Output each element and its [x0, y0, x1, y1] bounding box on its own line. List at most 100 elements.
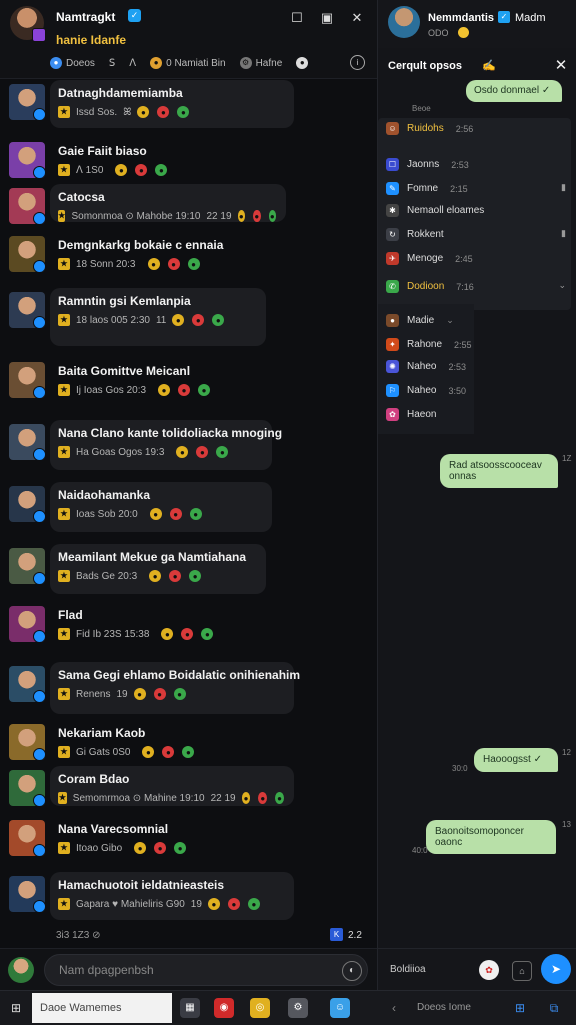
compose-avatar[interactable]	[8, 957, 34, 983]
chat-preview[interactable]: Demgnkarkg bokaie c ennaia ★ 18 Sonn 20:3 ●…	[50, 232, 290, 274]
chat-preview[interactable]: Gaie Faiit biaso ★ ꓥ 1S0 ● ● ●	[50, 138, 230, 176]
chat-preview[interactable]: Catocsa ★ Somonmoa ⊙ Mahobe 19:10 22 19 ● ● ●	[50, 184, 286, 222]
menu-item[interactable]: ● Madie ⌄	[386, 314, 454, 327]
chat-row[interactable]: Ramntin gsi Kemlanpia ★ 18 laos 005 2:30 11…	[0, 288, 377, 346]
info-icon[interactable]: i	[350, 55, 365, 70]
chat-preview[interactable]: Flad ★ Fid Ib 23S 15:38 ● ● ●	[50, 602, 250, 644]
avatar[interactable]	[9, 142, 45, 178]
avatar[interactable]	[9, 770, 45, 806]
chat-row[interactable]: Demgnkarkg bokaie c ennaia ★ 18 Sonn 20:3 ●…	[0, 232, 377, 274]
chat-row[interactable]: Nana Clano kante tolidoliacka mnoging ★ Ha…	[0, 420, 377, 470]
chat-preview[interactable]: Hamachuotoit ieldatnieasteis ★ Gapara ♥ Ma…	[50, 872, 294, 920]
menu-item[interactable]: ☺ Ruidohs 2:56	[386, 122, 473, 135]
chat-preview[interactable]: Nana Clano kante tolidoliacka mnoging ★ Ha…	[50, 420, 282, 470]
menu-item[interactable]: ☐ Jaonns 2:53	[386, 158, 469, 171]
footer-label[interactable]: Boldiioa	[390, 964, 426, 975]
chat-meta: ★ ꓥ 1S0 ● ● ●	[58, 164, 222, 176]
maximize-icon[interactable]: ☐	[288, 8, 306, 26]
avatar[interactable]	[9, 292, 45, 328]
chat-row[interactable]: Catocsa ★ Somonmoa ⊙ Mahobe 19:10 22 19 ● ● ●	[0, 184, 377, 224]
window-icon[interactable]: ⊞	[512, 1000, 528, 1016]
chat-row[interactable]: Nekariam Kaob ★ Gi Gats 0S0 ● ● ●	[0, 720, 377, 760]
send-button[interactable]: ➤	[541, 954, 571, 984]
message-bubble-outgoing[interactable]: Rad atsoosscooceav onnas	[440, 454, 558, 488]
menu-item[interactable]: ⚐ Naheo 3:50	[386, 384, 466, 397]
avatar[interactable]	[9, 606, 45, 642]
snap-icon[interactable]: ⧉	[546, 1000, 562, 1016]
avatar[interactable]	[9, 424, 45, 460]
menu-item[interactable]: ✦ Rahone 2:55	[386, 338, 472, 351]
chat-preview[interactable]: Nana Varecsomnial ★ Itoao Gibo ● ● ●	[50, 816, 250, 858]
message-bubble-outgoing[interactable]: Haooogsst ✓	[474, 748, 558, 772]
chat-preview[interactable]: Meamilant Mekue ga Namtiahana ★ Bads Ge 20…	[50, 544, 266, 594]
avatar[interactable]	[9, 724, 45, 760]
menu-item[interactable]: ✆ Dodioon 7:16	[386, 280, 474, 293]
menu-item-trailing-icon[interactable]: ▮	[561, 228, 566, 239]
chat-row[interactable]: Nana Varecsomnial ★ Itoao Gibo ● ● ●	[0, 816, 377, 858]
chat-row[interactable]: Meamilant Mekue ga Namtiahana ★ Bads Ge 20…	[0, 544, 377, 594]
chat-row[interactable]: Coram Bdao ★ Semomrmoa ⊙ Mahine 19:10 22 19…	[0, 766, 377, 806]
close-icon[interactable]: ✕	[552, 56, 570, 74]
chat-row[interactable]: Gaie Faiit biaso ★ ꓥ 1S0 ● ● ●	[0, 138, 377, 178]
chat-preview[interactable]: Baita Gomittve Meicanl ★ Ij Ioas Gos 20:3 ●…	[50, 358, 250, 398]
chat-row[interactable]: Hamachuotoit ieldatnieasteis ★ Gapara ♥ Ma…	[0, 872, 377, 920]
avatar[interactable]	[9, 876, 45, 912]
voice-icon[interactable]: ◐	[342, 961, 362, 981]
menu-item[interactable]: ✈ Menoge 2:45	[386, 252, 473, 265]
chat-row[interactable]: Flad ★ Fid Ib 23S 15:38 ● ● ●	[0, 602, 377, 644]
attach-icon[interactable]: ⌂	[512, 961, 532, 981]
chat-preview[interactable]: Ramntin gsi Kemlanpia ★ 18 laos 005 2:30 11…	[50, 288, 266, 346]
chat-preview[interactable]: Coram Bdao ★ Semomrmoa ⊙ Mahine 19:10 22 19…	[50, 766, 294, 806]
taskbar-search-input[interactable]	[32, 993, 172, 1023]
tab-headphones[interactable]: ꓥ	[129, 58, 136, 69]
back-icon[interactable]: ‹	[392, 1001, 396, 1015]
chat-row[interactable]: Naidaohamanka ★ Ioas Sob 20:0 ● ● ●	[0, 482, 377, 532]
contact-avatar[interactable]	[388, 6, 420, 38]
close-icon[interactable]: ✕	[348, 8, 366, 26]
pin-icon[interactable]: ✍	[482, 59, 496, 73]
chat-preview[interactable]: Naidaohamanka ★ Ioas Sob 20:0 ● ● ●	[50, 482, 272, 532]
scroll-badge[interactable]: K	[330, 928, 343, 941]
avatar[interactable]	[9, 236, 45, 272]
avatar[interactable]	[9, 188, 45, 224]
menu-item-label: Dodioon	[407, 281, 445, 292]
tab-moon[interactable]: ꓢ	[109, 58, 115, 69]
chat-preview[interactable]: Nekariam Kaob ★ Gi Gats 0S0 ● ● ●	[50, 720, 250, 760]
blue-app-icon[interactable]: ☺	[330, 998, 350, 1018]
start-icon[interactable]: ⊞	[8, 1000, 24, 1016]
menu-item[interactable]: ✎ Fomne 2:15	[386, 182, 468, 195]
menu-item[interactable]: ✿ Haeon	[386, 408, 448, 421]
tab-ball[interactable]: ●	[296, 57, 309, 69]
chat-meta-text: Ioas Sob 20:0	[76, 508, 138, 520]
menu-item[interactable]: ↻ Rokkent	[386, 228, 456, 241]
tab-doeos[interactable]: ● Doeos	[50, 57, 95, 69]
message-input[interactable]	[44, 954, 368, 986]
menu-item-label: Haeon	[407, 409, 437, 420]
menu-item-trailing-icon[interactable]: ⌄	[558, 280, 566, 291]
menu-item-trailing-icon[interactable]: ▮	[561, 182, 566, 193]
chat-row[interactable]: Sama Gegi ehlamo Boidalatic onihienahim ★…	[0, 662, 377, 714]
avatar[interactable]	[9, 820, 45, 856]
files-icon[interactable]: ▦	[180, 998, 200, 1018]
avatar[interactable]	[9, 486, 45, 522]
menu-item[interactable]: ✺ Naheo 2:53	[386, 360, 466, 373]
emoji-icon[interactable]: ✿	[479, 960, 499, 980]
menu-item[interactable]: ✱ Nemaoll eloames	[386, 204, 496, 217]
message-bubble-outgoing[interactable]: Osdo donmael ✓	[466, 80, 562, 102]
avatar[interactable]	[9, 84, 45, 120]
tab-hafne[interactable]: ⚙ Hafne	[239, 57, 282, 69]
chat-row[interactable]: Datnaghdamemiamba ★ Issd Sos. ꕤ ● ● ●	[0, 80, 377, 128]
restore-icon[interactable]: ▣	[318, 8, 336, 26]
message-bubble-outgoing[interactable]: Baonoitsomoponcer oaonc	[426, 820, 556, 854]
avatar[interactable]	[9, 362, 45, 398]
chat-preview[interactable]: Datnaghdamemiamba ★ Issd Sos. ꕤ ● ● ●	[50, 80, 294, 128]
yellow-app-icon[interactable]: ◎	[250, 998, 270, 1018]
chat-row[interactable]: Baita Gomittve Meicanl ★ Ij Ioas Gos 20:3 ●…	[0, 358, 377, 398]
tab-namiati[interactable]: ● 0 Namiati Bin	[150, 57, 226, 69]
chat-preview[interactable]: Sama Gegi ehlamo Boidalatic onihienahim ★…	[50, 662, 300, 714]
avatar[interactable]	[9, 548, 45, 584]
avatar[interactable]	[9, 666, 45, 702]
red-app-icon[interactable]: ◉	[214, 998, 234, 1018]
profile-avatar[interactable]	[10, 6, 46, 42]
gear-app-icon[interactable]: ⚙	[288, 998, 308, 1018]
